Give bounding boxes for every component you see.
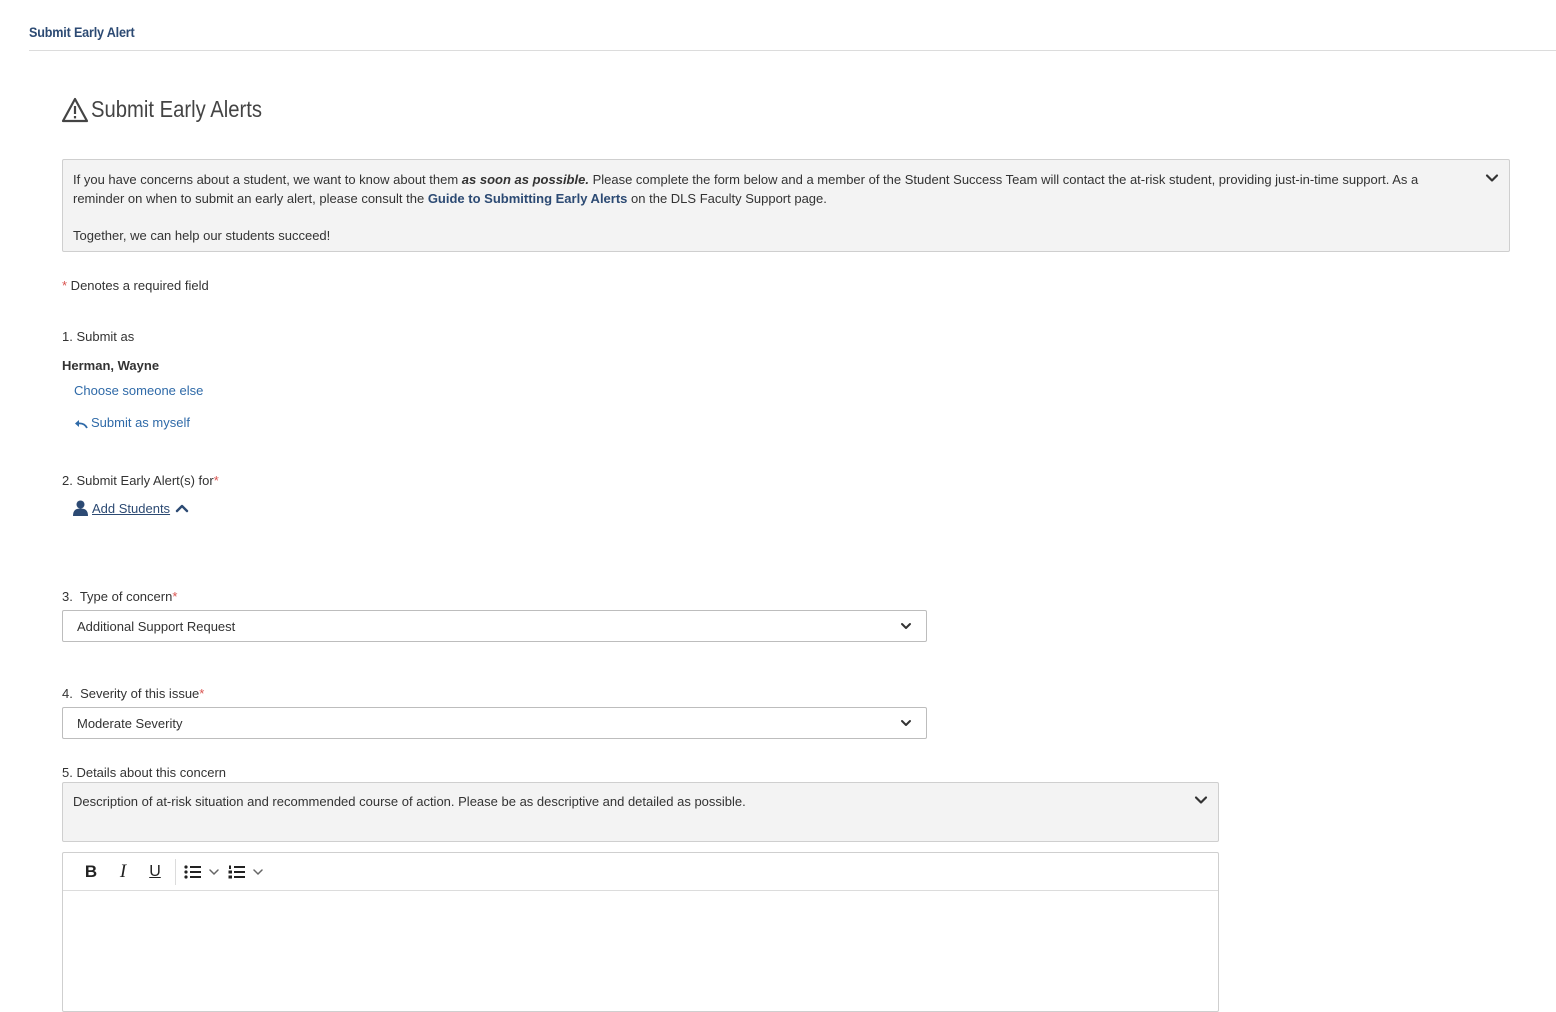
required-star: *: [199, 686, 205, 701]
chevron-down-icon: [253, 868, 263, 875]
chevron-down-icon[interactable]: [1194, 793, 1208, 807]
editor-toolbar: B I U: [63, 853, 1218, 891]
chevron-up-icon: [175, 504, 189, 513]
question-4-text: 4. Severity of this issue: [62, 686, 200, 701]
page-title: Submit Early Alerts: [61, 96, 285, 123]
concern-type-value: Additional Support Request: [77, 618, 236, 634]
numbered-list-button[interactable]: [228, 857, 264, 887]
required-star: *: [213, 473, 219, 488]
info-emphasis: as soon as possible.: [461, 172, 589, 187]
undo-arrow-icon: [75, 419, 88, 429]
bullet-list-button[interactable]: [184, 857, 220, 887]
concern-type-select[interactable]: Additional Support Request: [62, 610, 927, 642]
question-4-label: 4. Severity of this issue*: [62, 686, 204, 701]
chevron-down-icon: [901, 720, 911, 726]
chevron-down-icon: [901, 623, 911, 629]
question-2-text: 2. Submit Early Alert(s) for: [62, 473, 214, 488]
underline-button[interactable]: U: [139, 857, 171, 887]
italic-label: I: [119, 860, 127, 882]
info-paragraph: If you have concerns about a student, we…: [73, 170, 1469, 208]
bold-label: B: [84, 861, 98, 881]
question-5-label: 5. Details about this concern: [62, 765, 227, 780]
editor-content-area[interactable]: [63, 891, 1218, 1011]
choose-someone-else-link[interactable]: Choose someone else: [74, 383, 203, 398]
required-note-text: Denotes a required field: [67, 278, 209, 293]
italic-button[interactable]: I: [107, 857, 139, 887]
bold-button[interactable]: B: [75, 857, 107, 887]
severity-select[interactable]: Moderate Severity: [62, 707, 927, 739]
guide-link[interactable]: Guide to Submitting Early Alerts: [428, 191, 628, 206]
page-heading: Submit Early Alerts: [91, 96, 262, 122]
submit-as-myself-link[interactable]: Submit as myself: [74, 415, 190, 430]
submit-as-myself-label: Submit as myself: [91, 415, 190, 430]
required-note: * Denotes a required field: [62, 278, 209, 293]
toolbar-divider: [175, 858, 176, 885]
chevron-down-icon: [209, 868, 219, 875]
top-bar: Submit Early Alert: [29, 24, 1556, 51]
question-3-text: 3. Type of concern: [62, 589, 173, 604]
info-panel: If you have concerns about a student, we…: [62, 159, 1510, 252]
submitter-name: Herman, Wayne: [62, 358, 160, 373]
info-text-before: If you have concerns about a student, we…: [73, 172, 462, 187]
underline-label: U: [149, 862, 161, 880]
numbered-list-icon: [228, 865, 245, 878]
warning-icon: [61, 97, 89, 122]
info-text-after: on the DLS Faculty Support page.: [627, 191, 827, 206]
question-2-label: 2. Submit Early Alert(s) for*: [62, 473, 219, 488]
question-3-label: 3. Type of concern*: [62, 589, 177, 604]
question-1-label: 1. Submit as: [62, 329, 135, 344]
details-hint-text: Description of at-risk situation and rec…: [73, 794, 746, 809]
add-students-label: Add Students: [92, 500, 171, 516]
details-hint-panel: Description of at-risk situation and rec…: [62, 782, 1219, 842]
chevron-down-icon[interactable]: [1485, 171, 1499, 185]
breadcrumb-title: Submit Early Alert: [29, 24, 135, 40]
add-students-button[interactable]: Add Students: [72, 500, 189, 516]
severity-value: Moderate Severity: [77, 715, 183, 731]
user-icon: [73, 500, 88, 516]
info-closing: Together, we can help our students succe…: [73, 228, 331, 243]
rich-text-editor: B I U: [62, 852, 1219, 1012]
required-star: *: [172, 589, 178, 604]
bullet-list-icon: [184, 864, 201, 879]
